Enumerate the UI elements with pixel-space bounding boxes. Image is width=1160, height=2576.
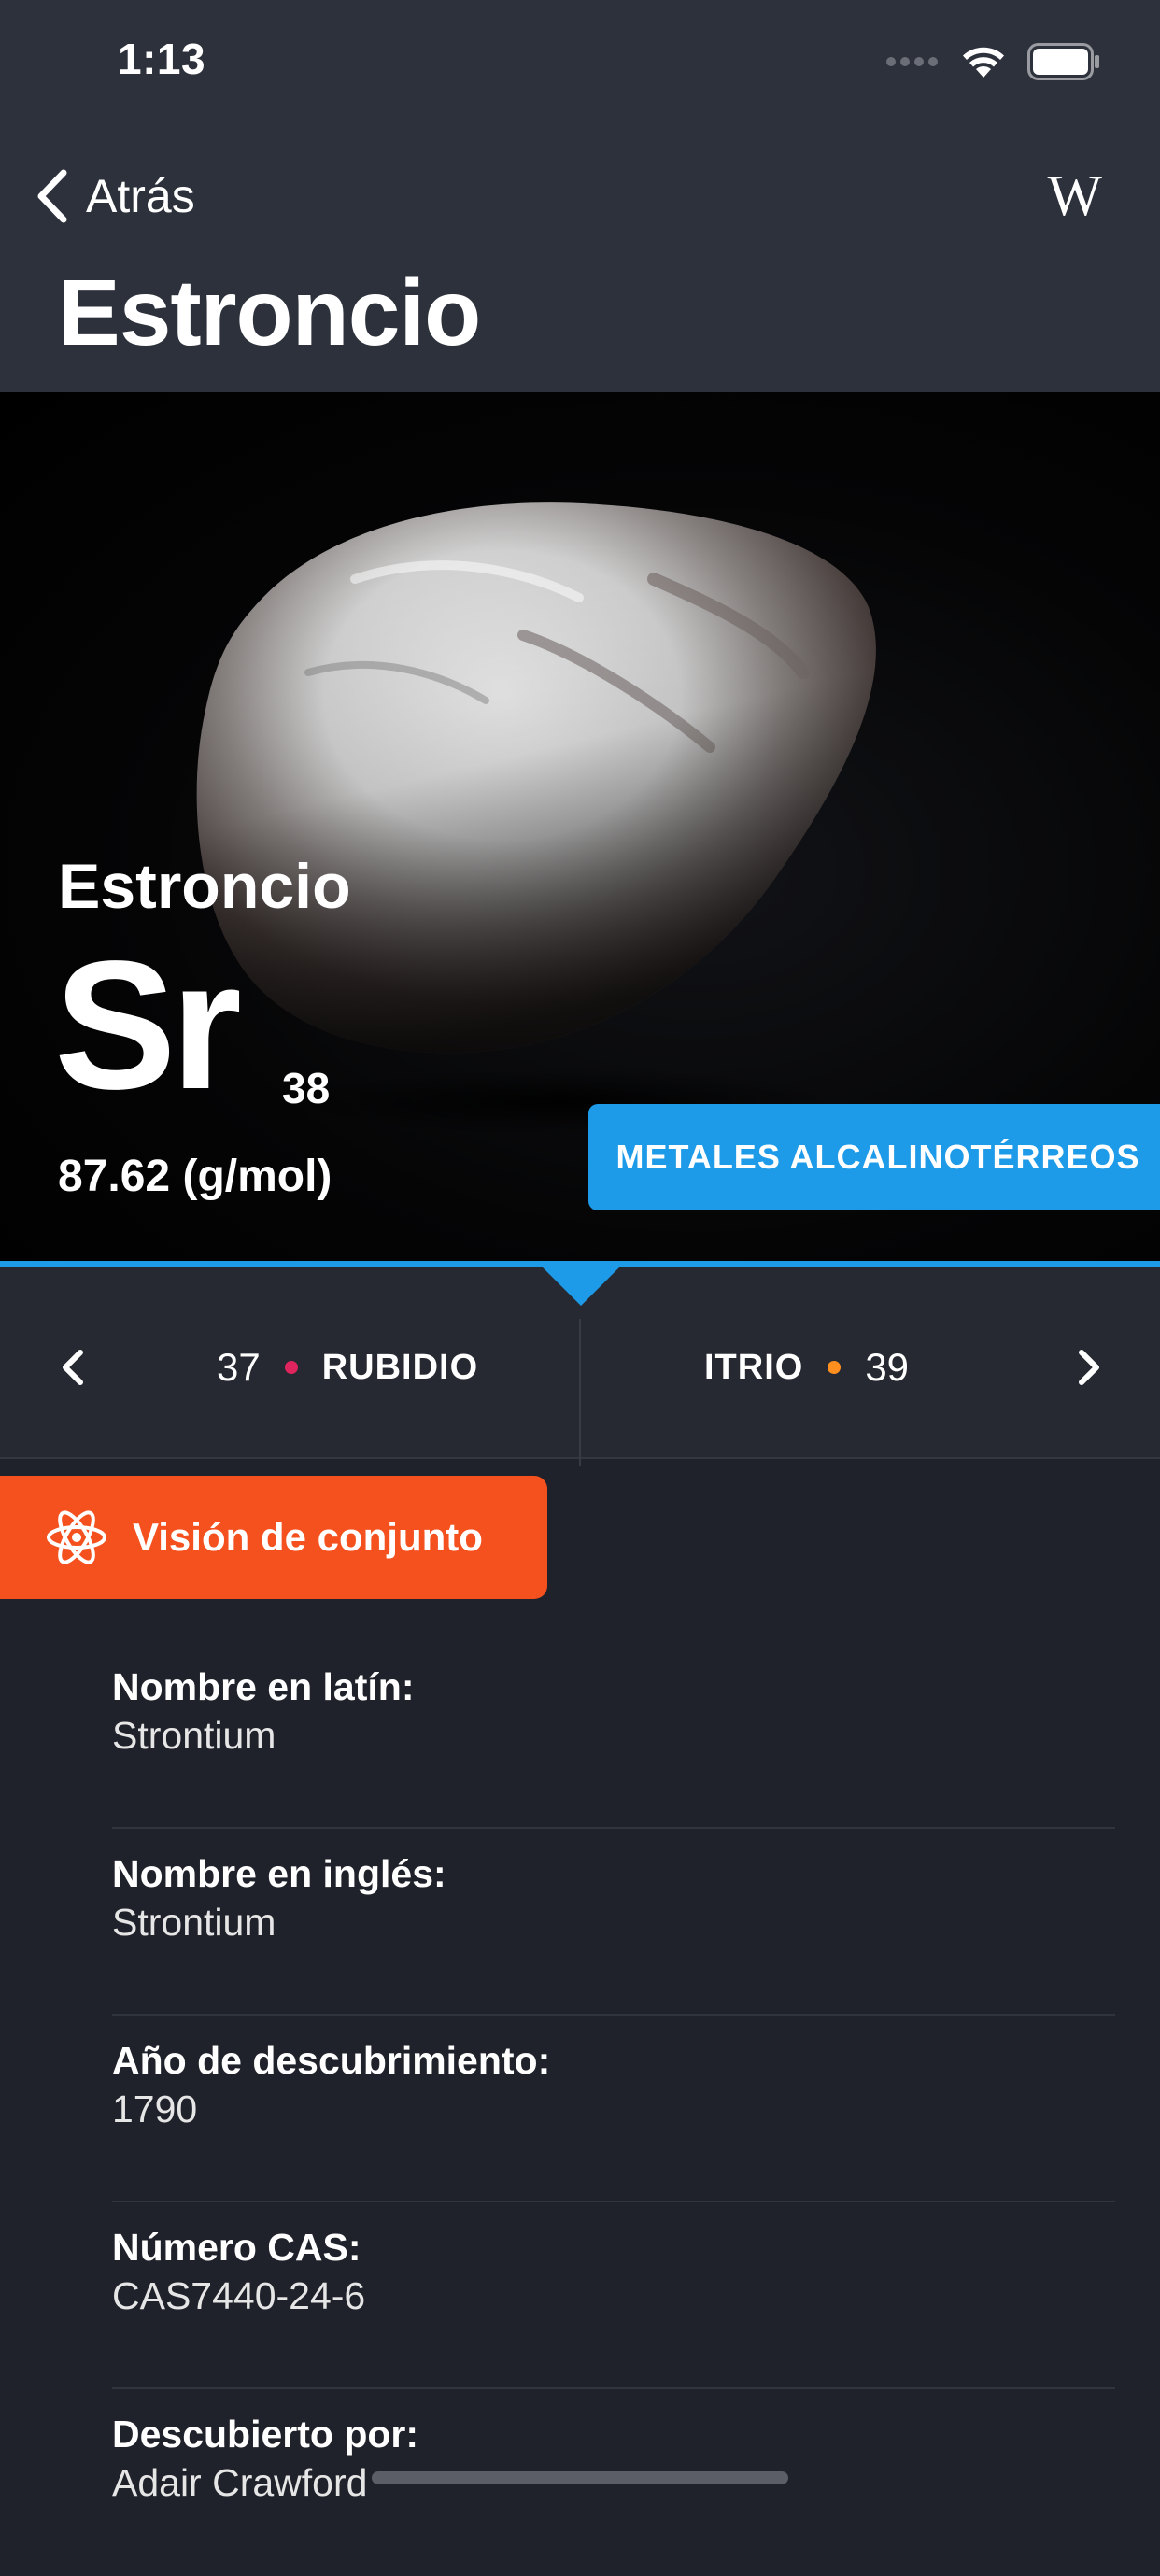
element-name: Estroncio xyxy=(58,851,351,922)
previous-element-link[interactable]: 37 RUBIDIO xyxy=(217,1339,478,1395)
status-icons xyxy=(885,41,1100,82)
category-dot-icon xyxy=(828,1361,842,1374)
back-button[interactable]: Atrás xyxy=(34,159,195,234)
chevron-left-icon[interactable] xyxy=(45,1339,101,1395)
info-label: Nombre en latín: xyxy=(112,1665,415,1708)
chevron-right-icon[interactable] xyxy=(1061,1339,1117,1395)
tab-overview[interactable]: Visión de conjunto xyxy=(0,1476,547,1599)
atomic-number: 38 xyxy=(282,1064,331,1112)
status-bar: 1:13 xyxy=(0,0,1160,131)
battery-icon xyxy=(1027,43,1099,80)
list-item: Nombre en inglés: Strontium xyxy=(112,1829,1115,2016)
element-symbol: Sr xyxy=(54,923,242,1127)
wikipedia-icon: W xyxy=(1047,163,1102,228)
next-element-name: ITRIO xyxy=(704,1347,804,1387)
atom-icon xyxy=(47,1510,106,1564)
info-list: Nombre en latín: Strontium Nombre en ing… xyxy=(112,1642,1115,2576)
navigation-bar: Atrás W Estroncio xyxy=(0,131,1160,392)
info-value: Strontium xyxy=(112,1901,276,1944)
info-label: Nombre en inglés: xyxy=(112,1852,446,1895)
wifi-icon xyxy=(963,47,1004,78)
status-time: 1:13 xyxy=(118,35,206,83)
list-item: Nombre en latín: Strontium xyxy=(112,1642,1115,1829)
list-item: Número CAS: CAS7440-24-6 xyxy=(112,2202,1115,2389)
element-hero: Estroncio Sr 38 87.62 (g/mol) METALES AL… xyxy=(0,392,1160,1261)
info-label: Año de descubrimiento: xyxy=(112,2039,551,2082)
page-title: Estroncio xyxy=(58,261,481,365)
back-label: Atrás xyxy=(86,170,195,222)
info-value: 1790 xyxy=(112,2088,198,2130)
info-value: Strontium xyxy=(112,1714,276,1757)
home-indicator[interactable] xyxy=(372,2471,788,2484)
category-badge[interactable]: METALES ALCALINOTÉRREOS xyxy=(588,1104,1160,1210)
category-dot-icon xyxy=(284,1361,298,1374)
signal-icon xyxy=(886,57,938,66)
tab-overview-label: Visión de conjunto xyxy=(133,1515,483,1559)
next-element-number: 39 xyxy=(865,1345,910,1389)
previous-element-number: 37 xyxy=(217,1345,261,1389)
next-element-link[interactable]: ITRIO 39 xyxy=(704,1339,909,1395)
previous-element-name: RUBIDIO xyxy=(321,1347,479,1387)
atomic-mass: 87.62 (g/mol) xyxy=(58,1152,332,1201)
selection-pointer xyxy=(538,1263,624,1306)
list-item: Año de descubrimiento: 1790 xyxy=(112,2016,1115,2202)
info-value: CAS7440-24-6 xyxy=(112,2274,366,2317)
info-label: Número CAS: xyxy=(112,2226,361,2269)
wikipedia-button[interactable]: W xyxy=(1047,159,1102,234)
info-label: Descubierto por: xyxy=(112,2413,419,2456)
chevron-left-icon xyxy=(37,169,67,223)
neighbor-divider xyxy=(579,1319,581,1466)
